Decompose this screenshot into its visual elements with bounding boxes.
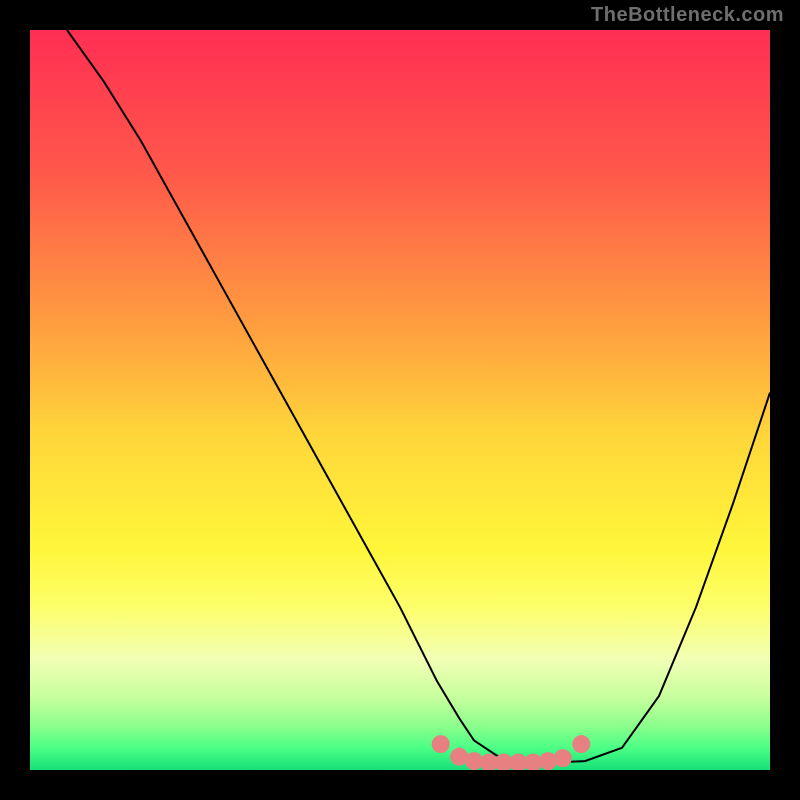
bottleneck-chart [30, 30, 770, 770]
chart-frame: TheBottleneck.com [0, 0, 800, 800]
highlight-dot [554, 749, 572, 767]
highlight-dot [432, 735, 450, 753]
watermark-text: TheBottleneck.com [591, 4, 784, 27]
plot-area [30, 30, 770, 770]
bottleneck-curve-line [67, 30, 770, 763]
highlight-marker-group [432, 735, 591, 770]
highlight-dot [572, 735, 590, 753]
